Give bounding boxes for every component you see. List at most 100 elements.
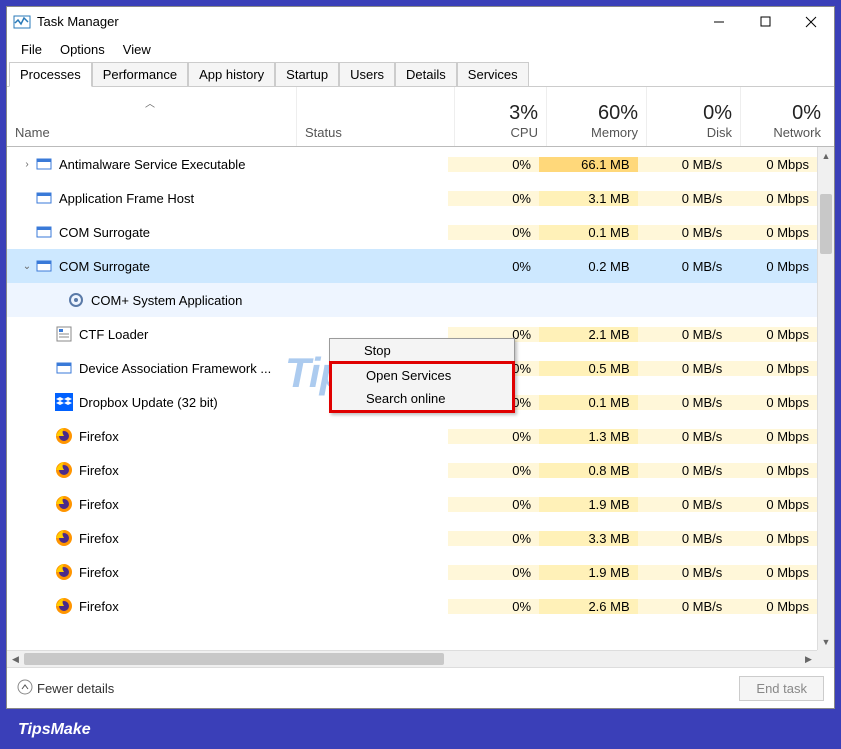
cell-cpu: 0% [448,565,539,580]
tab-users[interactable]: Users [339,62,395,87]
cell-disk: 0 MB/s [638,327,731,342]
process-row[interactable]: Firefox0%0.8 MB0 MB/s0 Mbps [7,453,817,487]
col-header-cpu[interactable]: 3% CPU [455,87,547,146]
cell-cpu: 0% [448,497,539,512]
process-name: Firefox [79,497,119,512]
vscroll-track[interactable] [818,164,834,633]
minimize-button[interactable] [696,7,742,36]
col-header-network[interactable]: 0% Network [741,87,829,146]
process-name: Firefox [79,463,119,478]
window-title: Task Manager [37,14,119,29]
cell-disk: 0 MB/s [638,463,731,478]
end-task-button[interactable]: End task [739,676,824,701]
cell-mem: 3.3 MB [539,531,638,546]
cell-mem: 0.5 MB [539,361,638,376]
expander-icon[interactable]: ⌄ [19,261,35,272]
process-row[interactable]: Firefox0%3.3 MB0 MB/s0 Mbps [7,521,817,555]
process-row[interactable]: COM Surrogate0%0.1 MB0 MB/s0 Mbps [7,215,817,249]
scroll-up-icon[interactable]: ▲ [818,147,834,164]
maximize-button[interactable] [742,7,788,36]
close-button[interactable] [788,7,834,36]
page-brand-footer: TipsMake [18,721,91,739]
expander-icon[interactable]: › [19,159,35,170]
window-controls [696,7,834,36]
ctx-stop[interactable]: Stop [330,339,514,362]
app-icon [35,257,53,275]
cell-net: 0 Mbps [730,395,817,410]
scroll-down-icon[interactable]: ▼ [818,633,834,650]
ctx-open-services[interactable]: Open Services [332,364,512,387]
cell-cpu: 0% [448,191,539,206]
process-row[interactable]: ⌄COM Surrogate0%0.2 MB0 MB/s0 Mbps [7,249,817,283]
tab-performance[interactable]: Performance [92,62,188,87]
menu-file[interactable]: File [13,40,50,59]
process-row[interactable]: Firefox0%1.9 MB0 MB/s0 Mbps [7,487,817,521]
cell-mem: 0.1 MB [539,395,638,410]
process-row[interactable]: Application Frame Host0%3.1 MB0 MB/s0 Mb… [7,181,817,215]
col-header-status[interactable]: Status [297,87,455,146]
process-name: COM+ System Application [91,293,242,308]
process-row[interactable]: ›Antimalware Service Executable0%66.1 MB… [7,147,817,181]
firefox-icon [55,427,73,445]
col-header-disk[interactable]: 0% Disk [647,87,741,146]
gear-icon [67,291,85,309]
firefox-icon [55,597,73,615]
cell-cpu: 0% [448,599,539,614]
cell-disk: 0 MB/s [638,599,731,614]
process-row[interactable]: Firefox 0%1.3 MB0 MB/s0 Mbps [7,419,817,453]
sort-indicator-icon: ︿ [145,95,155,110]
cell-mem: 1.3 MB [539,429,638,444]
cell-disk: 0 MB/s [638,157,731,172]
scroll-right-icon[interactable]: ▶ [800,651,817,667]
cell-cpu: 0% [448,429,539,444]
cell-disk: 0 MB/s [638,395,731,410]
tab-details[interactable]: Details [395,62,457,87]
cell-net: 0 Mbps [730,429,817,444]
horizontal-scrollbar[interactable]: ◀ ▶ [7,650,817,667]
process-name: Firefox [79,429,119,444]
cell-disk: 0 MB/s [638,361,731,376]
titlebar: Task Manager [7,7,834,37]
menu-options[interactable]: Options [52,40,113,59]
cell-net: 0 Mbps [730,531,817,546]
process-row[interactable]: Firefox0%1.9 MB0 MB/s0 Mbps [7,555,817,589]
cell-net: 0 Mbps [730,157,817,172]
vertical-scrollbar[interactable]: ▲ ▼ [817,147,834,650]
process-row[interactable]: COM+ System Application [7,283,817,317]
cell-disk: 0 MB/s [638,497,731,512]
tab-app-history[interactable]: App history [188,62,275,87]
cell-net: 0 Mbps [730,599,817,614]
col-name-label: Name [15,125,288,140]
scroll-left-icon[interactable]: ◀ [7,651,24,667]
process-row[interactable]: Firefox 0%2.6 MB0 MB/s0 Mbps [7,589,817,623]
context-menu: Stop Open Services Search online [329,338,515,413]
cell-net: 0 Mbps [730,497,817,512]
cell-net: 0 Mbps [730,259,817,274]
menubar: File Options View [7,37,834,61]
bottombar: Fewer details End task [7,667,834,708]
cell-mem: 66.1 MB [539,157,638,172]
fewer-details-button[interactable]: Fewer details [17,679,114,698]
hscroll-thumb[interactable] [24,653,444,665]
col-status-label: Status [305,125,446,140]
tab-startup[interactable]: Startup [275,62,339,87]
hscroll-track[interactable] [24,651,800,667]
tab-processes[interactable]: Processes [9,62,92,87]
cell-disk: 0 MB/s [638,429,731,444]
cell-disk: 0 MB/s [638,531,731,546]
cell-mem: 2.6 MB [539,599,638,614]
menu-view[interactable]: View [115,40,159,59]
cpu-usage-pct: 3% [463,102,538,125]
cell-cpu: 0% [448,259,539,274]
process-name: Firefox [79,599,119,614]
memory-usage-pct: 60% [555,102,638,125]
tab-services[interactable]: Services [457,62,529,87]
col-disk-label: Disk [655,125,732,140]
col-header-memory[interactable]: 60% Memory [547,87,647,146]
cell-net: 0 Mbps [730,565,817,580]
ctx-search-online[interactable]: Search online [332,387,512,410]
firefox-icon [55,495,73,513]
vscroll-thumb[interactable] [820,194,832,254]
cell-mem: 0.8 MB [539,463,638,478]
chevron-up-circle-icon [17,679,33,698]
